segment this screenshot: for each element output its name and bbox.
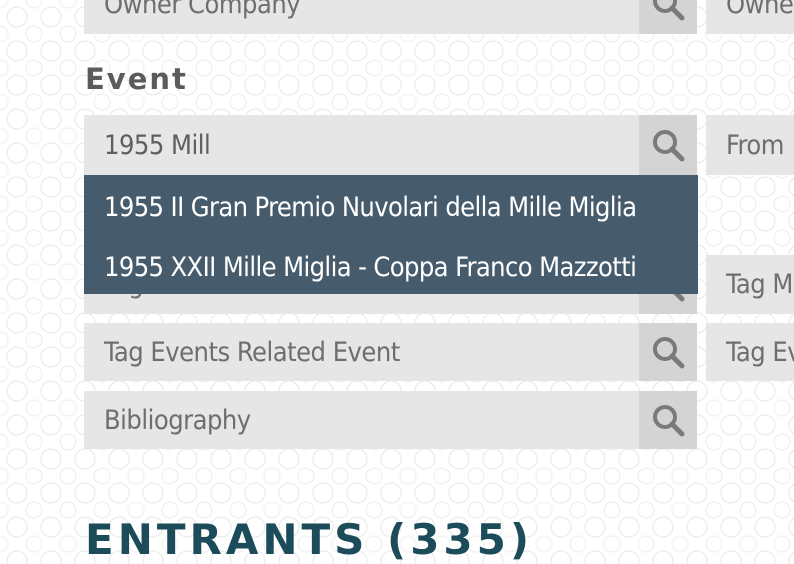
search-icon <box>653 0 685 21</box>
entrants-section-title: ENTRANTS (335) <box>85 515 534 564</box>
event-search-input[interactable]: 1955 Mill <box>84 115 639 175</box>
owner-company-search-button[interactable] <box>639 0 697 34</box>
tag-make-right-field[interactable]: Tag M <box>706 255 794 314</box>
tag-events-search-button[interactable] <box>639 323 697 381</box>
event-heading: Event <box>85 62 188 96</box>
owner-company-field[interactable]: Owner Company <box>84 0 639 34</box>
tag-make-right-placeholder: Tag M <box>726 269 793 300</box>
tag-events-field[interactable]: Tag Events Related Event <box>84 323 639 381</box>
autocomplete-option-label: 1955 II Gran Premio Nuvolari della Mille… <box>104 191 637 223</box>
event-from-field[interactable]: From <box>706 115 794 175</box>
owner-right-placeholder: Owne <box>726 0 794 20</box>
autocomplete-option-label: 1955 XXII Mille Miglia - Coppa Franco Ma… <box>104 251 637 283</box>
event-autocomplete-dropdown: 1955 II Gran Premio Nuvolari della Mille… <box>84 175 698 294</box>
event-search-value: 1955 Mill <box>104 129 211 161</box>
event-search-button[interactable] <box>639 115 697 175</box>
autocomplete-option[interactable]: 1955 II Gran Premio Nuvolari della Mille… <box>84 177 698 237</box>
tag-events-placeholder: Tag Events Related Event <box>104 336 400 368</box>
event-from-placeholder: From <box>726 129 784 161</box>
bibliography-placeholder: Bibliography <box>104 404 251 436</box>
bibliography-search-button[interactable] <box>639 391 697 449</box>
tag-events-right-field[interactable]: Tag Ev <box>706 323 794 381</box>
tag-events-right-placeholder: Tag Ev <box>726 336 794 368</box>
search-icon <box>653 405 685 437</box>
owner-right-field[interactable]: Owne <box>706 0 794 34</box>
bibliography-field[interactable]: Bibliography <box>84 391 639 449</box>
search-icon <box>653 337 685 369</box>
owner-company-placeholder: Owner Company <box>104 0 301 20</box>
search-icon <box>653 130 685 162</box>
autocomplete-option[interactable]: 1955 XXII Mille Miglia - Coppa Franco Ma… <box>84 237 698 297</box>
